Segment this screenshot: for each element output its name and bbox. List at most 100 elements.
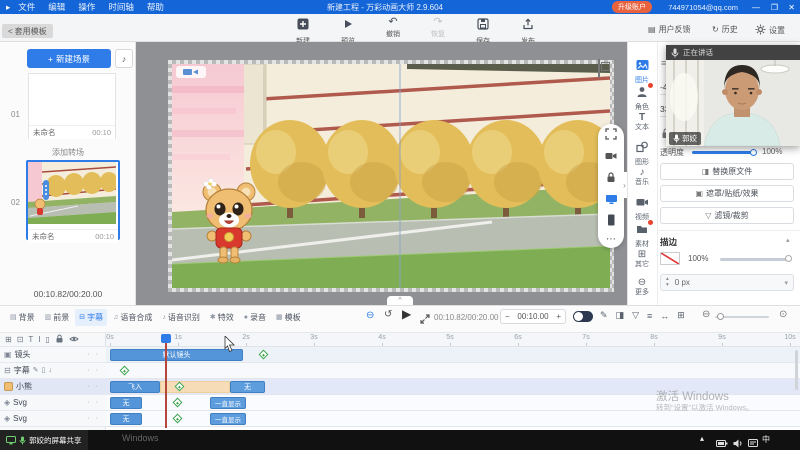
delete-track-icon[interactable]: ▯ — [46, 335, 50, 344]
expand-preview-icon[interactable] — [420, 311, 430, 329]
bear-duration-span[interactable] — [160, 381, 230, 393]
collapse-section-icon[interactable]: ▴ — [786, 236, 790, 244]
canvas-collapse-tab[interactable]: ^ — [387, 296, 413, 305]
tab-foreground[interactable]: ▥前景 — [41, 309, 74, 326]
tab-tts[interactable]: ♫语音合成 — [109, 309, 156, 326]
desktop-preview-icon[interactable] — [605, 192, 618, 210]
copy-icon[interactable] — [598, 59, 600, 78]
lock-track-icon[interactable] — [55, 334, 64, 345]
replay-icon[interactable]: ↺ — [384, 310, 392, 320]
ime-indicator[interactable]: 中 — [762, 434, 770, 445]
add-track-icon[interactable]: ⊞ — [5, 335, 12, 344]
stroke-color-swatch[interactable] — [660, 252, 680, 265]
track-options[interactable]: · · — [87, 383, 100, 390]
play-button[interactable]: ▶ — [402, 308, 411, 320]
track-row-svg-2[interactable]: ◈ Svg · · — [0, 411, 106, 427]
scene-music-button[interactable]: ♪ — [115, 49, 133, 68]
split-icon[interactable]: ◨ — [616, 310, 625, 321]
tab-text[interactable]: T 文本 — [627, 113, 657, 131]
edit-subtitle-icon[interactable]: ✎ — [33, 367, 39, 374]
upgrade-account-button[interactable]: 升级账户 — [612, 1, 652, 13]
tab-speech-recognition[interactable]: ♪语音识别 — [158, 309, 204, 326]
tab-image[interactable]: 图片 — [627, 58, 657, 84]
tab-video[interactable]: 视频 — [627, 195, 657, 221]
lock-icon[interactable] — [605, 170, 617, 188]
playhead-handle[interactable] — [161, 334, 171, 343]
svg1-enter-animation[interactable]: 无 — [110, 397, 142, 409]
mobile-preview-icon[interactable] — [605, 213, 617, 231]
eye-icon[interactable] — [69, 335, 79, 345]
track-options[interactable]: · · — [87, 351, 100, 358]
fit-screen-icon[interactable] — [605, 127, 617, 145]
track-row-subtitle[interactable]: ⊟ 字幕 ✎ ▯ ↓ · · — [0, 363, 106, 379]
minimize-button[interactable]: — — [752, 3, 760, 12]
tab-other[interactable]: ⊞ 其它 — [627, 250, 657, 268]
tab-background[interactable]: ▤背景 — [6, 309, 39, 326]
close-button[interactable]: ✕ — [788, 3, 795, 12]
tab-more[interactable]: ⊖ 更多 — [627, 278, 657, 296]
track-options[interactable]: · · — [87, 415, 100, 422]
grid-view-icon[interactable]: ⊞ — [677, 310, 685, 321]
adjust-icon[interactable]: ≡ — [647, 311, 652, 321]
svg2-enter-animation[interactable]: 无 — [110, 413, 142, 425]
group-icon[interactable]: ⊡ — [17, 335, 24, 344]
move-up-icon[interactable]: I — [38, 335, 40, 344]
webcam-video[interactable] — [666, 45, 800, 146]
replace-source-button[interactable]: ◨ 替换原文件 — [660, 163, 794, 180]
import-subtitle-icon[interactable]: ↓ — [48, 367, 52, 374]
svg2-display-mode[interactable]: 一直显示 — [210, 413, 246, 425]
stroke-slider-knob[interactable] — [785, 255, 792, 262]
move-down-icon[interactable]: T — [28, 335, 33, 344]
tab-material[interactable]: 素材 — [627, 222, 657, 248]
menu-help[interactable]: 帮助 — [147, 1, 164, 13]
fit-width-icon[interactable]: ↔ — [660, 311, 669, 321]
timeline-scrollbar[interactable] — [795, 350, 798, 390]
duration-minus-icon[interactable]: − — [505, 312, 510, 321]
scene-2-thumbnail[interactable]: 未命名 00:10 — [26, 160, 120, 240]
bear-exit-animation[interactable]: 无 — [230, 381, 265, 393]
lane-subtitle[interactable] — [106, 363, 800, 379]
duration-plus-icon[interactable]: + — [556, 312, 561, 321]
track-options[interactable]: · · — [87, 399, 100, 406]
svg1-display-mode[interactable]: 一直显示 — [210, 397, 246, 409]
tab-music[interactable]: ♪ 音乐 — [627, 168, 657, 186]
track-row-camera[interactable]: ▣ 镜头 · · — [0, 347, 106, 363]
settings-button[interactable]: 设置 — [755, 24, 785, 37]
delete-subtitle-icon[interactable]: ▯ — [42, 367, 46, 374]
scene-1-thumbnail[interactable]: 未命名 00:10 — [28, 73, 116, 139]
tab-subtitle[interactable]: ⊟字幕 — [75, 309, 107, 326]
maximize-button[interactable]: ❐ — [771, 3, 778, 12]
undo-button[interactable]: ↶ 撤销 — [375, 17, 411, 39]
collapse-tabs-icon[interactable]: ⊖ — [366, 311, 374, 321]
dropdown-icon[interactable]: ▾ — [784, 279, 788, 287]
zoom-out-icon[interactable]: ⊖ — [702, 310, 710, 320]
more-icon[interactable]: ⋯ — [606, 235, 616, 245]
tab-character[interactable]: 角色 — [627, 85, 657, 111]
track-row-bear[interactable]: 小熊 · · — [0, 379, 106, 395]
stepper-down-icon[interactable]: ▾ — [666, 283, 669, 289]
track-options[interactable]: · · — [87, 367, 100, 374]
menu-edit[interactable]: 编辑 — [48, 1, 65, 13]
auto-play-toggle[interactable] — [573, 311, 593, 322]
tray-expand-icon[interactable]: ▴ — [700, 434, 704, 443]
menu-timeline[interactable]: 时间轴 — [108, 1, 134, 13]
track-row-svg-1[interactable]: ◈ Svg · · — [0, 395, 106, 411]
zoom-slider-knob[interactable] — [717, 313, 724, 320]
history-button[interactable]: ↻ 历史 — [712, 24, 738, 35]
tab-template[interactable]: ▦模板 — [272, 309, 305, 326]
battery-icon[interactable] — [716, 435, 728, 450]
menu-file[interactable]: 文件 — [18, 1, 35, 13]
mask-sticker-effect-button[interactable]: ▣ 遮罩/贴纸/效果 — [660, 185, 794, 202]
apply-template-button[interactable]: < 套用模板 — [2, 24, 53, 38]
filter-crop-button[interactable]: ▽ 滤镜/裁剪 — [660, 207, 794, 224]
stroke-width-stepper[interactable]: ▴ ▾ 0 px ▾ — [660, 274, 794, 291]
add-transition-button[interactable]: 添加转场 — [0, 147, 136, 158]
filter-tracks-icon[interactable]: ▽ — [632, 310, 639, 321]
feedback-button[interactable]: ▤ 用户反馈 — [648, 24, 691, 35]
camera-icon[interactable] — [605, 149, 617, 167]
stage-canvas[interactable] — [172, 64, 610, 288]
tab-shape[interactable]: 图形 — [627, 140, 657, 166]
bear-enter-animation[interactable]: 飞入 — [110, 381, 160, 393]
opacity-slider[interactable] — [692, 151, 754, 154]
screen-share-indicator[interactable]: 郭姣的屏幕共享 — [0, 430, 88, 450]
